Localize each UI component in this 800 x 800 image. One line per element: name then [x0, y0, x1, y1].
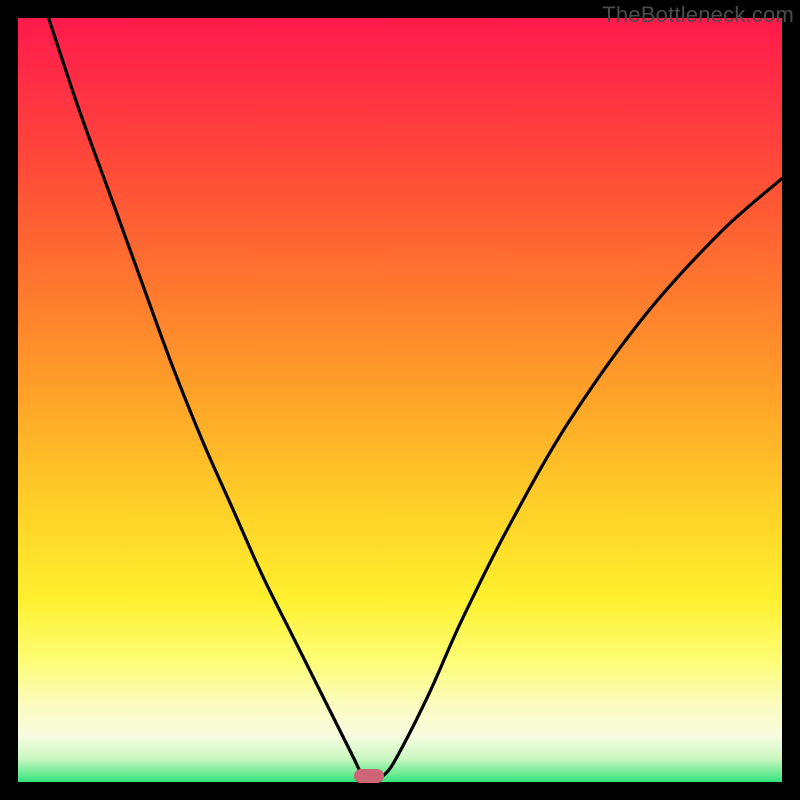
watermark-text: TheBottleneck.com [602, 2, 794, 28]
chart-frame [18, 18, 782, 782]
bottleneck-curve [18, 18, 782, 782]
min-marker [354, 769, 384, 783]
